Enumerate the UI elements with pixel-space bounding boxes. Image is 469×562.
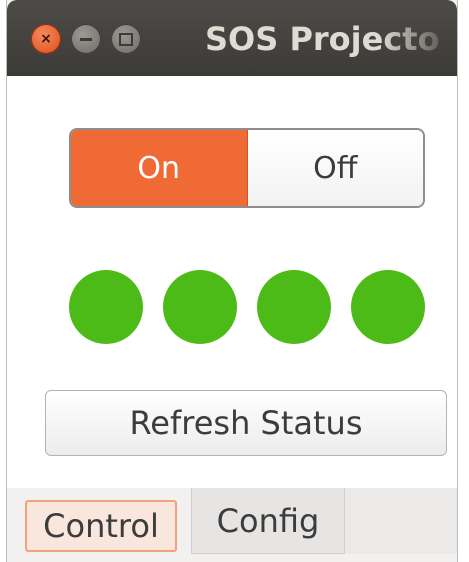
status-indicator bbox=[163, 270, 237, 344]
minimize-icon bbox=[80, 37, 92, 41]
toggle-off-option[interactable]: Off bbox=[247, 130, 423, 206]
refresh-status-button[interactable]: Refresh Status bbox=[45, 390, 447, 456]
maximize-icon bbox=[119, 32, 133, 46]
window-title: SOS Projecto bbox=[205, 20, 440, 58]
close-button[interactable]: × bbox=[31, 24, 61, 54]
control-panel: On Off Refresh Status bbox=[7, 76, 457, 488]
toggle-on-option[interactable]: On bbox=[71, 130, 248, 206]
status-indicator bbox=[351, 270, 425, 344]
minimize-button[interactable] bbox=[71, 24, 101, 54]
close-icon: × bbox=[40, 31, 52, 47]
tab-control[interactable]: Control bbox=[25, 500, 177, 552]
tab-config[interactable]: Config bbox=[191, 488, 345, 554]
maximize-button[interactable] bbox=[111, 24, 141, 54]
app-window: × SOS Projecto On Off Refresh Status Con… bbox=[6, 0, 458, 562]
tab-bar: Control Config bbox=[7, 488, 457, 562]
status-indicators bbox=[69, 270, 429, 346]
power-toggle[interactable]: On Off bbox=[69, 128, 425, 208]
status-indicator bbox=[257, 270, 331, 344]
title-bar[interactable]: × SOS Projecto bbox=[7, 0, 457, 76]
tab-bar-filler bbox=[345, 488, 457, 554]
status-indicator bbox=[69, 270, 143, 344]
